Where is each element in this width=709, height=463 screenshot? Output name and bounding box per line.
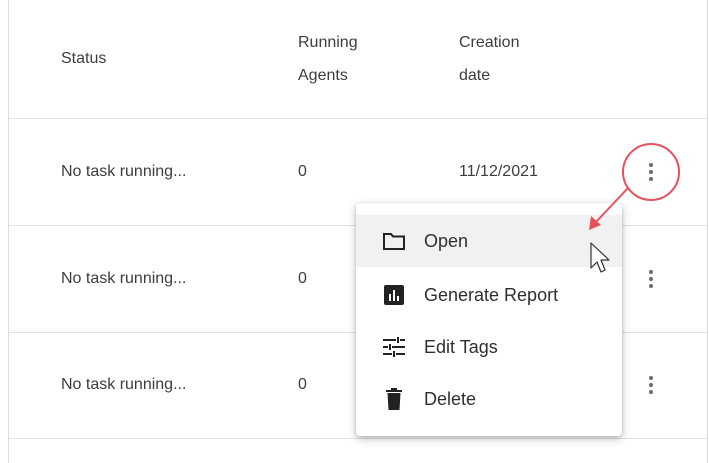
menu-item-generate-report[interactable]: Generate Report (356, 269, 622, 321)
folder-icon (382, 229, 406, 253)
header-running-agents-line1: Running (298, 34, 358, 51)
header-running-agents-line2: Agents (298, 67, 348, 84)
header-status: Status (61, 50, 107, 67)
row-divider (9, 118, 707, 119)
row2-status: No task running... (61, 270, 187, 287)
trash-icon (382, 387, 406, 411)
row1-more-options-icon[interactable] (639, 156, 663, 188)
row3-agents: 0 (298, 376, 307, 393)
row-divider (9, 438, 707, 439)
report-icon (382, 283, 406, 307)
menu-item-open-label: Open (424, 230, 469, 251)
menu-item-open[interactable]: Open (356, 215, 622, 267)
row2-agents: 0 (298, 270, 307, 287)
row3-status: No task running... (61, 376, 187, 393)
header-creation-date-line1: Creation (459, 34, 520, 51)
row1-creation-date: 11/12/2021 (459, 163, 538, 180)
menu-item-generate-report-label: Generate Report (424, 284, 559, 305)
row3-more-options-icon[interactable] (639, 369, 663, 401)
row1-status: No task running... (61, 163, 187, 180)
row-context-menu: Open Generate Report Edit Tags Delete (356, 203, 622, 436)
row1-agents: 0 (298, 163, 307, 180)
menu-item-edit-tags-label: Edit Tags (424, 336, 498, 357)
menu-item-delete-label: Delete (424, 388, 477, 409)
menu-item-delete[interactable]: Delete (356, 373, 622, 425)
row2-more-options-icon[interactable] (639, 263, 663, 295)
header-creation-date-line2: date (459, 67, 491, 84)
menu-item-edit-tags[interactable]: Edit Tags (356, 321, 622, 373)
tune-icon (382, 335, 406, 359)
